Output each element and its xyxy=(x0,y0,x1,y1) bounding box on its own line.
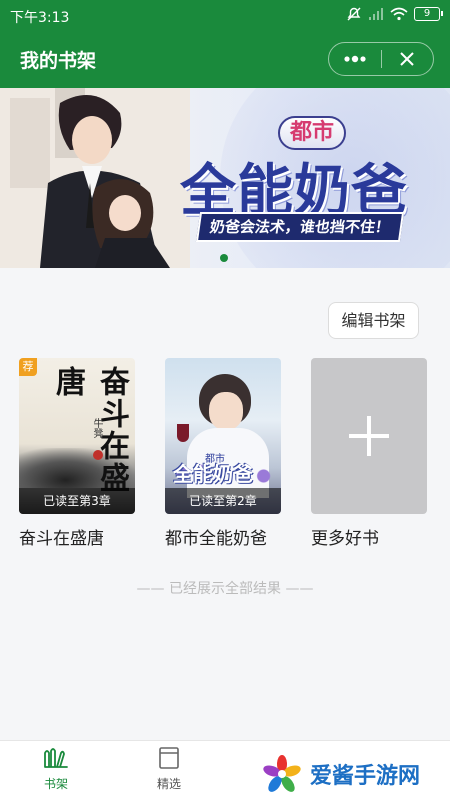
watermark-logo: 爱酱手游网 xyxy=(262,752,442,796)
banner-couple-illustration xyxy=(0,88,190,268)
book-item[interactable]: 奋斗在盛唐 牛凳 荐 已读至第3章 奋斗在盛唐 xyxy=(19,358,135,549)
book-title[interactable]: 都市全能奶爸 xyxy=(165,524,281,549)
tab-bookshelf-label: 书架 xyxy=(43,777,68,791)
banner-genre-tag: 都市 xyxy=(278,116,347,150)
pinwheel-logo-icon xyxy=(263,755,301,792)
plus-icon-vertical xyxy=(367,416,371,456)
end-of-list-text: —— 已经展示全部结果 —— xyxy=(136,581,314,597)
promo-banner[interactable]: 都市 全能奶爸 奶爸会法术，谁也挡不住！ xyxy=(0,88,450,268)
mute-icon xyxy=(347,7,361,21)
book-title[interactable]: 奋斗在盛唐 xyxy=(19,524,135,549)
wifi-icon xyxy=(390,7,408,21)
banner-slogan: 奶爸会法术，谁也挡不住！ xyxy=(195,212,405,242)
cover-seal xyxy=(93,450,103,460)
watermark-text: 爱酱手游网 xyxy=(310,764,421,789)
header-bar: 我的书架 xyxy=(0,32,450,88)
cover-wine-glass xyxy=(177,424,189,442)
more-button[interactable] xyxy=(329,43,381,75)
reading-progress: 已读至第2章 xyxy=(165,488,281,514)
more-books-label[interactable]: 更多好书 xyxy=(311,524,427,549)
battery-icon: 9 xyxy=(414,7,443,21)
more-dots-icon xyxy=(344,55,366,63)
status-bar: 下午3:13 9 xyxy=(0,0,450,32)
tab-picks-label: 精选 xyxy=(156,777,181,791)
carousel-indicator-dot[interactable] xyxy=(220,254,228,262)
status-time: 下午3:13 xyxy=(10,10,70,26)
picks-icon xyxy=(159,747,179,769)
recommend-badge: 荐 xyxy=(19,358,37,376)
tab-bookshelf[interactable]: 书架 xyxy=(26,747,86,792)
battery-level: 9 xyxy=(423,8,431,19)
close-button[interactable] xyxy=(382,43,434,75)
edit-shelf-button[interactable]: 编辑书架 xyxy=(328,302,419,339)
cover-title: 全能奶爸 xyxy=(173,462,253,486)
mini-program-capsule xyxy=(328,42,434,76)
bookshelf-icon xyxy=(44,748,68,768)
cover-face xyxy=(209,392,243,430)
more-books-item[interactable]: 更多好书 xyxy=(311,358,427,549)
tab-picks[interactable]: 精选 xyxy=(139,747,199,792)
book-cover[interactable]: 奋斗在盛唐 牛凳 荐 已读至第3章 xyxy=(19,358,135,514)
cover-author: 牛凳 xyxy=(91,418,102,438)
book-item[interactable]: 都市 全能奶爸 已读至第2章 都市全能奶爸 xyxy=(165,358,281,549)
status-icons: 9 xyxy=(346,6,443,22)
book-cover[interactable]: 都市 全能奶爸 已读至第2章 xyxy=(165,358,281,514)
signal-icon xyxy=(369,8,383,20)
add-book-tile[interactable] xyxy=(311,358,427,514)
close-icon xyxy=(400,52,414,66)
reading-progress: 已读至第3章 xyxy=(19,488,135,514)
page-title: 我的书架 xyxy=(20,50,97,72)
